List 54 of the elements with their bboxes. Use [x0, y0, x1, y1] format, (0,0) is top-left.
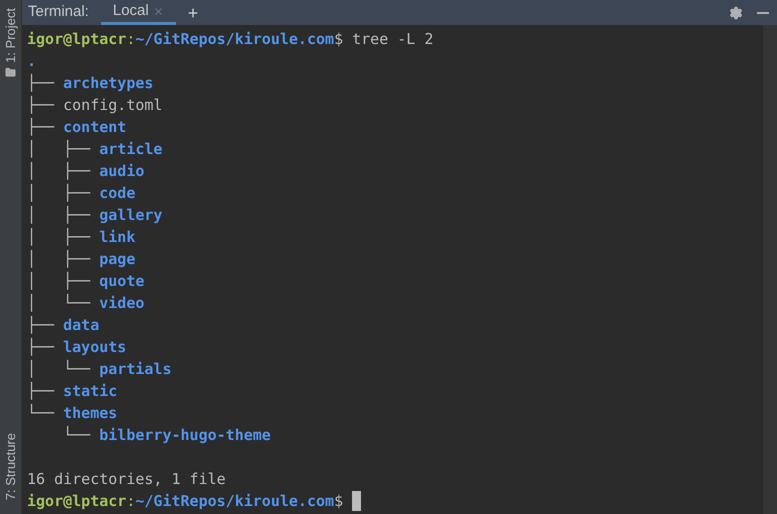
folder-icon — [5, 66, 16, 78]
tree-branch: │ ├── — [27, 204, 92, 226]
tree-branch: │ ├── — [27, 248, 92, 270]
directory-name: code — [99, 182, 136, 204]
tree-branch: └── — [27, 402, 56, 424]
tree-branch: ├── — [27, 314, 56, 336]
panel-title: Terminal: — [27, 2, 90, 22]
directory-name: link — [99, 226, 136, 248]
prompt-dollar: $ — [334, 28, 344, 50]
tree-branch: ├── — [27, 94, 56, 116]
terminal-tab[interactable]: Local — [100, 0, 176, 25]
tree-branch: │ ├── — [27, 226, 92, 248]
minimize-icon[interactable] — [757, 12, 769, 14]
directory-name: . — [27, 50, 36, 72]
tree-branch: │ ├── — [27, 182, 92, 204]
tree-branch: ├── — [27, 380, 56, 402]
tree-branch: │ └── — [27, 292, 92, 314]
directory-name: themes — [63, 402, 118, 424]
prompt-path: ~/GitRepos/kiroule.com — [135, 490, 334, 512]
directory-name: audio — [99, 160, 144, 182]
settings-icon — [729, 6, 743, 20]
directory-name: partials — [99, 358, 172, 380]
directory-name: gallery — [99, 204, 162, 226]
output-text: 16 directories, 1 file — [27, 468, 226, 490]
directory-name: layouts — [63, 336, 126, 358]
project-tab[interactable]: 1: Project — [0, 8, 20, 78]
file-name: config.toml — [63, 94, 162, 116]
prompt-separator: : — [126, 28, 136, 50]
directory-name: quote — [99, 270, 144, 292]
tree-branch: │ ├── — [27, 270, 92, 292]
tree-branch: ├── — [27, 336, 56, 358]
prompt-separator: : — [126, 490, 136, 512]
structure-tab[interactable]: 7: Structure — [0, 433, 20, 506]
tree-branch: │ └── — [27, 358, 92, 380]
tree-branch: │ ├── — [27, 138, 92, 160]
prompt-user: igor@lptacr — [27, 28, 126, 50]
directory-name: bilberry-hugo-theme — [99, 424, 271, 446]
directory-name: video — [99, 292, 144, 314]
close-icon — [152, 6, 164, 16]
add-tab-button[interactable]: + — [184, 0, 202, 25]
directory-name: static — [63, 380, 118, 402]
directory-name: article — [99, 138, 162, 160]
command-text: tree -L 2 — [351, 28, 434, 50]
prompt-dollar: $ — [334, 490, 344, 512]
tree-branch: │ ├── — [27, 160, 92, 182]
tree-branch: ├── — [27, 116, 56, 138]
directory-name: data — [63, 314, 100, 336]
prompt-user: igor@lptacr — [27, 490, 126, 512]
tree-branch: ├── — [27, 72, 56, 94]
directory-name: content — [63, 116, 126, 138]
tree-branch: └── — [62, 424, 92, 446]
prompt-path: ~/GitRepos/kiroule.com — [135, 28, 334, 50]
directory-name: archetypes — [63, 72, 154, 94]
directory-name: page — [99, 248, 136, 270]
